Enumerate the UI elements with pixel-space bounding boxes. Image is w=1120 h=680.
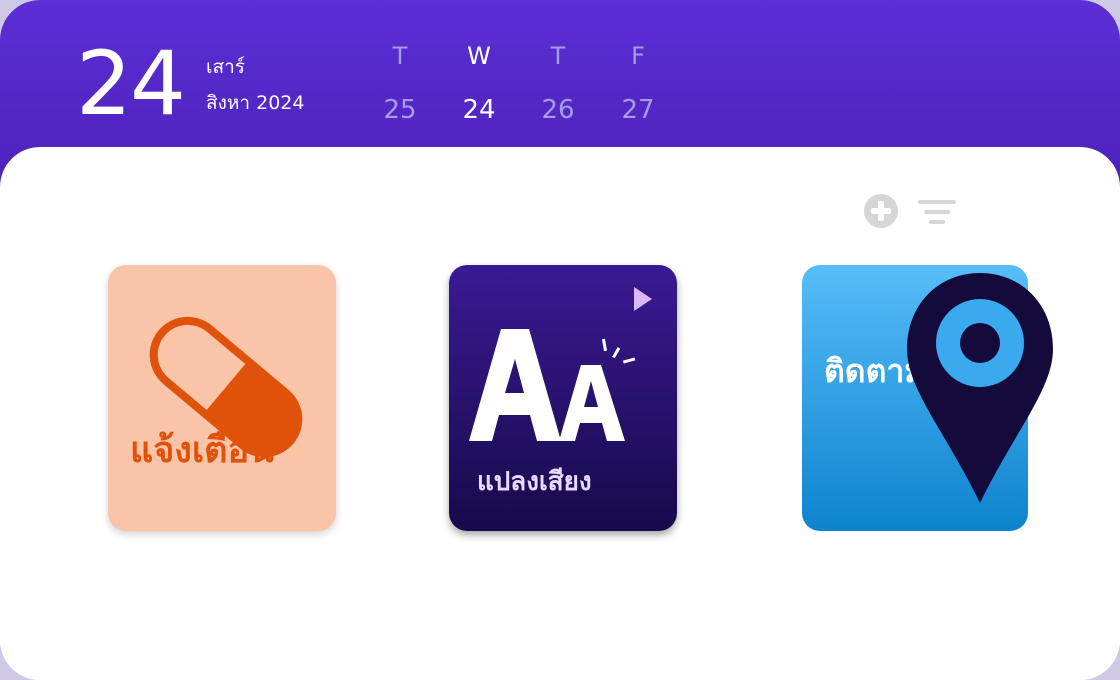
tile-alert-label: แจ้งเตือน <box>130 430 274 471</box>
pill-capsule-icon <box>149 316 303 458</box>
month-year-label: สิงหา 2024 <box>206 92 305 114</box>
week-day-item[interactable]: T 25 <box>360 40 440 126</box>
play-triangle-icon <box>634 287 652 311</box>
day-number: 24 <box>76 32 186 135</box>
week-strip: T 25 W 24 T 26 F 27 <box>360 40 680 130</box>
tile-voice-label: แปลงเสียง <box>477 467 592 497</box>
week-day-date: 25 <box>383 95 417 125</box>
tile-voice-convert[interactable]: แปลงเสียง <box>449 265 677 531</box>
week-day-item[interactable]: T 26 <box>518 40 598 126</box>
app-window: 24 เสาร์ สิงหา 2024 T 25 W 24 T 26 F 27 <box>0 0 1120 680</box>
week-day-letter: T <box>392 42 408 70</box>
plus-circle-icon <box>864 194 898 228</box>
week-day-item[interactable]: F 27 <box>598 40 678 126</box>
location-pin-icon <box>907 273 1053 503</box>
add-button[interactable] <box>862 192 900 230</box>
filter-button[interactable] <box>916 192 956 230</box>
week-day-item-selected[interactable]: W 24 <box>439 40 519 126</box>
weekday-label: เสาร์ <box>206 56 245 78</box>
week-day-date: 24 <box>462 95 496 125</box>
tile-alert[interactable]: แจ้งเตือน <box>108 265 336 531</box>
week-day-date: 26 <box>541 95 575 125</box>
week-day-letter: W <box>467 42 491 70</box>
week-day-letter: T <box>550 42 566 70</box>
week-day-letter: F <box>631 42 645 70</box>
filter-lines-icon <box>918 200 956 224</box>
week-day-date: 27 <box>621 95 655 125</box>
